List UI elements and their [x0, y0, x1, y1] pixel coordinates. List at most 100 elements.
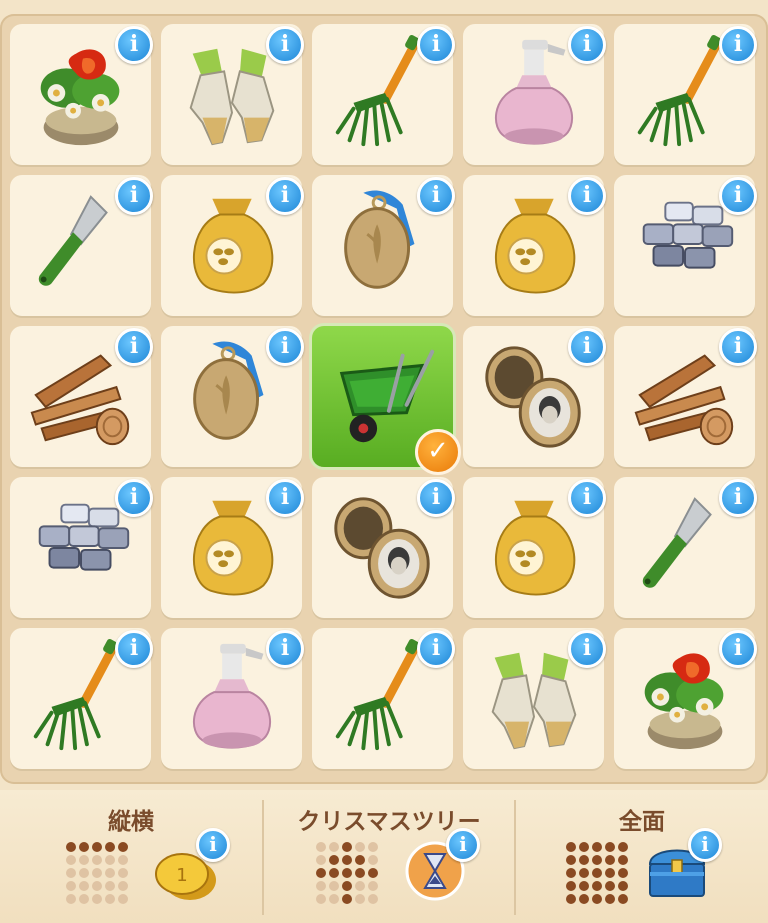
info-icon[interactable]: i: [417, 177, 455, 215]
grid-cell-spray-bottle[interactable]: i: [463, 24, 606, 165]
grid-cell-trowel[interactable]: i: [614, 477, 757, 618]
pattern-dot-filled: [592, 855, 602, 865]
pattern-dot-filled: [579, 881, 589, 891]
info-icon[interactable]: i: [568, 328, 606, 366]
pattern-dot-filled: [618, 855, 628, 865]
info-icon[interactable]: i: [266, 26, 304, 64]
pattern-dot-filled: [342, 855, 352, 865]
info-icon[interactable]: i: [446, 828, 480, 862]
pattern-dot-filled: [605, 842, 615, 852]
pattern-dot-filled: [618, 894, 628, 904]
pattern-dot-empty: [92, 855, 102, 865]
grid-cell-stones[interactable]: i: [614, 175, 757, 316]
grid-cell-gloves[interactable]: i: [463, 628, 606, 769]
grid-cell-seed-bag[interactable]: i: [161, 477, 304, 618]
grid-cell-seed-bag[interactable]: i: [463, 175, 606, 316]
info-icon[interactable]: i: [719, 177, 757, 215]
reward-lines[interactable]: 縦横 i: [0, 790, 262, 923]
grid-cell-rake[interactable]: i: [10, 628, 153, 769]
info-icon[interactable]: i: [568, 630, 606, 668]
pattern-dot-filled: [579, 842, 589, 852]
grid-cell-rake[interactable]: i: [312, 628, 455, 769]
pattern-dot-empty: [79, 881, 89, 891]
pattern-dot-empty: [92, 881, 102, 891]
grid-cell-flower-pot[interactable]: i: [614, 628, 757, 769]
item-grid: i i i i i i i i i i i i ✓ i i i i i i i i i i i i: [10, 24, 757, 769]
grid-cell-locket-open[interactable]: i: [312, 477, 455, 618]
grid-cell-locket-closed[interactable]: i: [161, 326, 304, 467]
info-icon[interactable]: i: [719, 328, 757, 366]
pattern-dot-empty: [368, 881, 378, 891]
grid-cell-locket-closed[interactable]: i: [312, 175, 455, 316]
info-icon[interactable]: i: [115, 177, 153, 215]
info-icon[interactable]: i: [115, 479, 153, 517]
pattern-dot-filled: [92, 842, 102, 852]
grid-cell-seed-bag[interactable]: i: [161, 175, 304, 316]
info-icon[interactable]: i: [719, 630, 757, 668]
info-icon[interactable]: i: [266, 328, 304, 366]
pattern-dot-empty: [105, 881, 115, 891]
info-icon[interactable]: i: [266, 630, 304, 668]
pattern-dot-filled: [566, 881, 576, 891]
info-icon[interactable]: i: [266, 479, 304, 517]
pattern-dot-empty: [105, 894, 115, 904]
pattern-dot-empty: [355, 842, 365, 852]
pattern-dot-empty: [316, 842, 326, 852]
info-icon[interactable]: i: [719, 26, 757, 64]
info-icon[interactable]: i: [115, 328, 153, 366]
grid-cell-spray-bottle[interactable]: i: [161, 628, 304, 769]
info-icon[interactable]: i: [568, 177, 606, 215]
check-icon: ✓: [415, 429, 461, 475]
pattern-dot-filled: [618, 881, 628, 891]
grid-cell-locket-open[interactable]: i: [463, 326, 606, 467]
info-icon[interactable]: i: [417, 630, 455, 668]
info-icon[interactable]: i: [196, 828, 230, 862]
info-icon[interactable]: i: [568, 479, 606, 517]
pattern-dot-filled: [579, 894, 589, 904]
pattern-dot-filled: [355, 868, 365, 878]
grid-cell-rake[interactable]: i: [312, 24, 455, 165]
pattern-dot-empty: [316, 855, 326, 865]
grid-cell-stones[interactable]: i: [10, 477, 153, 618]
gold-coins-icon[interactable]: i: [150, 828, 230, 906]
pattern-dot-filled: [329, 868, 339, 878]
grid-cell-wheelbarrow[interactable]: ✓: [312, 326, 461, 475]
grid-cell-flower-pot[interactable]: i: [10, 24, 153, 165]
pattern-grid: [316, 842, 378, 904]
info-icon[interactable]: i: [417, 479, 455, 517]
pattern-dot-filled: [566, 855, 576, 865]
info-icon[interactable]: i: [115, 26, 153, 64]
reward-full-board[interactable]: 全面 i: [516, 790, 768, 923]
grid-cell-planks[interactable]: i: [614, 326, 757, 467]
pattern-dot-filled: [329, 855, 339, 865]
pattern-dot-empty: [66, 881, 76, 891]
pattern-dot-empty: [79, 868, 89, 878]
grid-cell-trowel[interactable]: i: [10, 175, 153, 316]
pattern-dot-empty: [79, 894, 89, 904]
reward-title: クリスマスツリー: [297, 809, 481, 835]
reward-christmas-tree[interactable]: クリスマスツリー i: [264, 790, 514, 923]
info-icon[interactable]: i: [115, 630, 153, 668]
pattern-dot-empty: [316, 894, 326, 904]
hourglass-icon[interactable]: i: [400, 828, 480, 906]
pattern-dot-empty: [368, 842, 378, 852]
info-icon[interactable]: i: [568, 26, 606, 64]
pattern-dot-filled: [579, 868, 589, 878]
info-icon[interactable]: i: [688, 828, 722, 862]
grid-cell-planks[interactable]: i: [10, 326, 153, 467]
info-icon[interactable]: i: [417, 26, 455, 64]
treasure-chest-icon[interactable]: i: [642, 828, 722, 906]
info-icon[interactable]: i: [719, 479, 757, 517]
grid-cell-rake[interactable]: i: [614, 24, 757, 165]
pattern-dot-filled: [566, 868, 576, 878]
pattern-dot-empty: [368, 855, 378, 865]
pattern-dot-empty: [329, 881, 339, 891]
grid-cell-seed-bag[interactable]: i: [463, 477, 606, 618]
pattern-dot-filled: [579, 855, 589, 865]
pattern-dot-empty: [118, 868, 128, 878]
pattern-dot-filled: [342, 881, 352, 891]
grid-cell-gloves[interactable]: i: [161, 24, 304, 165]
info-icon[interactable]: i: [266, 177, 304, 215]
pattern-grid: [66, 842, 128, 904]
pattern-dot-filled: [342, 894, 352, 904]
